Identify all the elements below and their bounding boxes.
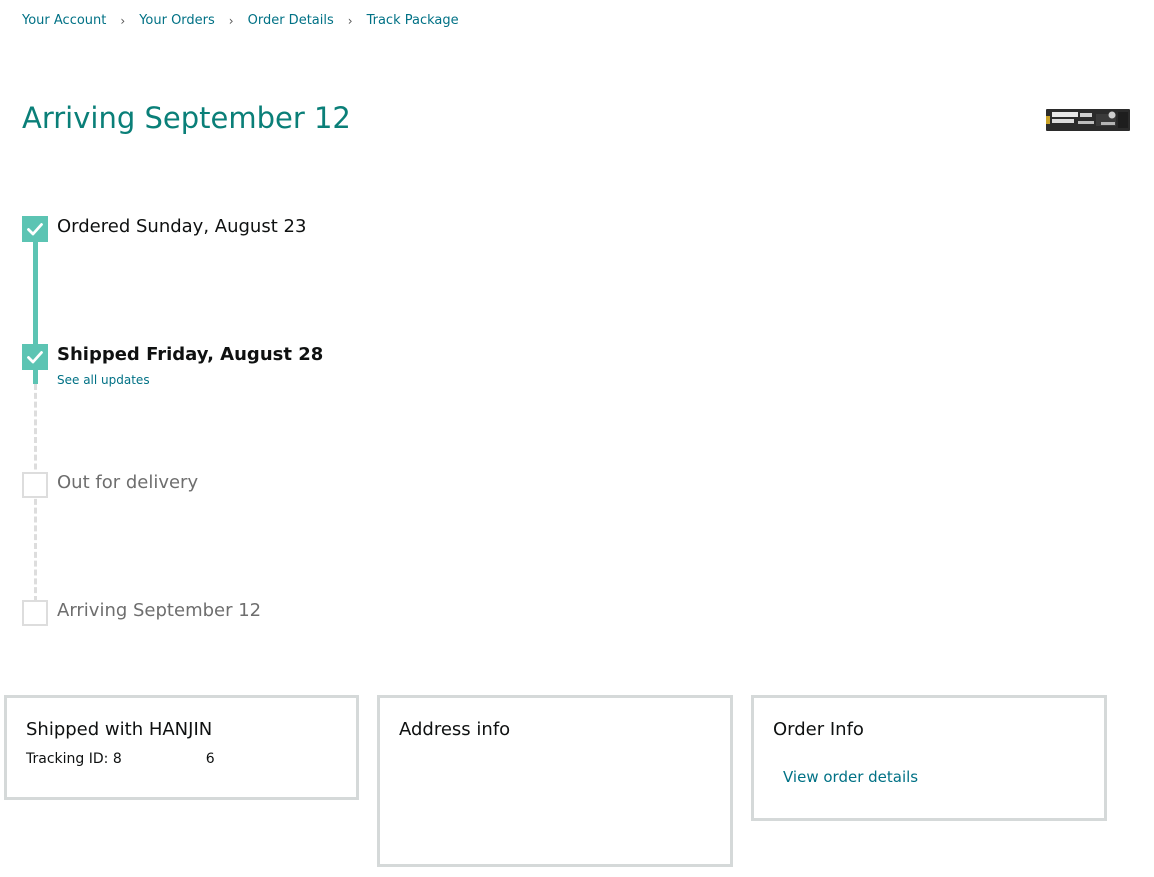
tracking-id-end: 6 (205, 751, 215, 767)
breadcrumb-separator: › (228, 13, 234, 28)
step-label: Arriving September 12 (57, 600, 262, 621)
breadcrumb-track-package[interactable]: Track Package (367, 13, 459, 28)
order-info-card: Order Info View order details (751, 695, 1107, 821)
breadcrumb: Your Account › Your Orders › Order Detai… (22, 13, 459, 28)
order-info-title: Order Info (773, 719, 864, 740)
step-label: Ordered Sunday, August 23 (57, 216, 307, 237)
shipment-progress: Ordered Sunday, August 23 Shipped Friday… (22, 214, 442, 634)
address-title: Address info (399, 719, 511, 740)
breadcrumb-your-orders[interactable]: Your Orders (139, 13, 215, 28)
breadcrumb-your-account[interactable]: Your Account (22, 13, 106, 28)
tracking-id: Tracking ID: 8 6 (26, 751, 215, 767)
shipping-card: Shipped with HANJIN Tracking ID: 8 6 (4, 695, 359, 800)
address-card: Address info (377, 695, 733, 867)
checkbox-empty-icon (22, 472, 48, 498)
breadcrumb-separator: › (347, 13, 353, 28)
tracking-id-start: 8 (112, 751, 122, 767)
breadcrumb-separator: › (120, 13, 126, 28)
page-title: Arriving September 12 (22, 101, 351, 135)
tracking-label: Tracking ID: (26, 751, 109, 767)
step-label: Out for delivery (57, 472, 199, 493)
product-image-ssd (1046, 109, 1130, 131)
breadcrumb-order-details[interactable]: Order Details (248, 13, 334, 28)
product-thumbnail[interactable] (1046, 108, 1130, 132)
step-label: Shipped Friday, August 28 (57, 344, 324, 365)
view-order-details-link[interactable]: View order details (783, 768, 918, 786)
checkbox-checked-icon (22, 344, 48, 370)
checkbox-checked-icon (22, 216, 48, 242)
see-all-updates-link[interactable]: See all updates (57, 373, 150, 387)
checkbox-empty-icon (22, 600, 48, 626)
carrier-title: Shipped with HANJIN (26, 719, 213, 740)
